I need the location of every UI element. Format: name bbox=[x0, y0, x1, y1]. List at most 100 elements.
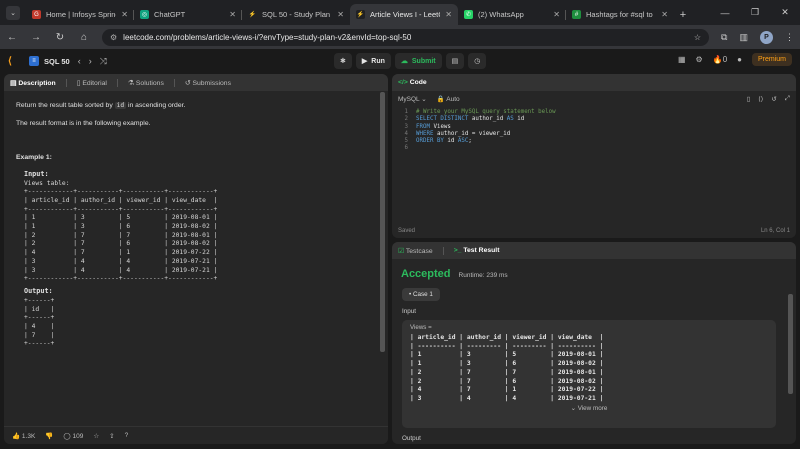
leetcode-logo-icon[interactable]: ⟨ bbox=[8, 56, 19, 67]
description-footer: 👍 1.3K 👎 ◯ 109 ☆ ⇪ ? bbox=[4, 426, 388, 444]
input-section-label: Input bbox=[402, 308, 417, 315]
code-panel: </> Code MySQL ⌄ 🔒 Auto ▯ ⟨⟩ ↺ ⤢ 1 # Writ… bbox=[392, 74, 796, 238]
forward-icon[interactable]: → bbox=[30, 32, 42, 43]
submit-button[interactable]: ☁ Submit bbox=[394, 53, 442, 69]
line-number: 2 bbox=[404, 116, 409, 123]
tab-submissions[interactable]: ↺ Submissions bbox=[185, 79, 231, 87]
layout-icon[interactable]: ▦ bbox=[678, 55, 686, 64]
line-number: 1 bbox=[404, 109, 409, 115]
url-field[interactable]: ⚙ leetcode.com/problems/article-views-i/… bbox=[102, 28, 710, 46]
fullscreen-icon[interactable]: ⤢ bbox=[785, 95, 790, 103]
shuffle-icon[interactable]: ⤨ bbox=[100, 56, 107, 67]
tab-solutions[interactable]: ⚗ Solutions bbox=[128, 79, 164, 87]
comments-button[interactable]: ◯ 109 bbox=[63, 432, 83, 440]
result-panel: ☑ Testcase >_ Test Result Accepted Runti… bbox=[392, 242, 796, 444]
leetcode-header: ⟨ ≡ SQL 50 ‹ › ⤨ ✱ ▶ Run ☁ Submit ▤ ◷ ▦ ⚙ … bbox=[0, 49, 800, 73]
close-window-icon[interactable]: ✕ bbox=[770, 0, 800, 25]
format-icon[interactable]: ⟨⟩ bbox=[758, 95, 763, 103]
tab-description[interactable]: ▤ Description bbox=[10, 79, 56, 87]
views-table-label: Views table: bbox=[24, 179, 70, 187]
output-label: Output: bbox=[24, 286, 53, 295]
tab-editorial[interactable]: ▯ Editorial bbox=[77, 79, 107, 87]
close-tab-icon[interactable]: ✕ bbox=[229, 10, 236, 19]
browser-tab[interactable]: ⚡ SQL 50 - Study Plan ✕ bbox=[242, 4, 350, 25]
bookmark-icon[interactable]: ▯ bbox=[747, 95, 751, 103]
timer-icon: ◷ bbox=[474, 58, 481, 65]
close-tab-icon[interactable]: ✕ bbox=[553, 10, 560, 19]
code-brackets-icon: </> bbox=[398, 79, 408, 86]
prev-problem-icon[interactable]: ‹ bbox=[78, 56, 81, 66]
close-tab-icon[interactable]: ✕ bbox=[661, 10, 668, 19]
close-tab-icon[interactable]: ✕ bbox=[445, 10, 452, 19]
output-table: +------+ | id | +------+ | 4 | | 7 | +--… bbox=[24, 296, 55, 348]
profile-avatar[interactable]: P bbox=[760, 30, 773, 44]
new-tab-button[interactable]: + bbox=[674, 4, 692, 25]
description-scrollbar[interactable] bbox=[380, 92, 385, 352]
tab-search-icon[interactable]: ⌄ bbox=[6, 6, 20, 20]
code-panel-header: </> Code bbox=[392, 74, 796, 91]
site-info-icon[interactable]: ⚙ bbox=[110, 33, 117, 42]
code-toolbar: MySQL ⌄ 🔒 Auto ▯ ⟨⟩ ↺ ⤢ bbox=[392, 91, 796, 106]
input-viewer: Views = | article_id | author_id | viewe… bbox=[402, 320, 776, 428]
extensions-icon[interactable]: ⧉ bbox=[721, 32, 727, 43]
browser-tab[interactable]: # Hashtags for #sql to ✕ bbox=[566, 4, 674, 25]
user-avatar-icon[interactable]: ● bbox=[737, 55, 742, 64]
premium-button[interactable]: Premium bbox=[751, 53, 792, 66]
debug-button[interactable]: ✱ bbox=[334, 53, 352, 69]
help-icon[interactable]: ? bbox=[125, 432, 129, 439]
output-section-label: Output bbox=[402, 435, 421, 442]
result-scrollbar[interactable] bbox=[788, 294, 793, 394]
favorite-star-icon[interactable]: ☆ bbox=[93, 432, 99, 440]
settings-icon[interactable]: ⚙ bbox=[696, 55, 703, 64]
browser-tab[interactable]: ◎ ChatGPT ✕ bbox=[134, 4, 242, 25]
tab-test-result[interactable]: >_ Test Result bbox=[454, 247, 500, 254]
study-plan-icon: ≡ bbox=[29, 56, 39, 66]
share-icon[interactable]: ⇪ bbox=[109, 432, 114, 440]
code-editor[interactable]: 1 # Write your MySQL query statement belo… bbox=[392, 106, 796, 153]
next-problem-icon[interactable]: › bbox=[89, 56, 92, 66]
case-1-tab[interactable]: • Case 1 bbox=[402, 288, 440, 301]
close-tab-icon[interactable]: ✕ bbox=[337, 10, 344, 19]
streak-counter[interactable]: 🔥0 bbox=[713, 55, 727, 64]
play-icon: ▶ bbox=[361, 58, 368, 65]
cursor-position: Ln 6, Col 1 bbox=[760, 228, 790, 234]
tab-testcase[interactable]: ☑ Testcase bbox=[398, 247, 433, 255]
line-number: 3 bbox=[404, 123, 409, 130]
checkbox-icon: ☑ bbox=[398, 247, 405, 255]
code-line: 4 WHERE author_id = viewer_id bbox=[392, 131, 796, 138]
view-more-button[interactable]: ⌄ View more bbox=[410, 405, 768, 412]
sidebar-icon[interactable]: ▥ bbox=[739, 32, 748, 43]
browser-tab[interactable]: ⚡Article Views I - LeetCode✕ bbox=[350, 4, 458, 25]
run-button[interactable]: ▶ Run bbox=[355, 53, 391, 69]
tab-favicon-icon: ◎ bbox=[140, 10, 149, 19]
maximize-icon[interactable]: ❐ bbox=[740, 0, 770, 25]
bug-icon: ✱ bbox=[340, 58, 346, 65]
menu-icon[interactable]: ⋮ bbox=[785, 32, 794, 43]
tab-favicon-icon: # bbox=[572, 10, 581, 19]
dislike-icon[interactable]: 👎 bbox=[45, 432, 53, 440]
bookmark-star-icon[interactable]: ☆ bbox=[694, 33, 701, 42]
minimize-icon[interactable]: — bbox=[710, 0, 740, 25]
input-label: Input: bbox=[24, 169, 49, 178]
reload-icon[interactable]: ↻ bbox=[54, 32, 66, 43]
browser-tab[interactable]: GHome | Infosys Springboard✕ bbox=[26, 4, 134, 25]
home-icon[interactable]: ⌂ bbox=[78, 32, 90, 43]
notes-button[interactable]: ▤ bbox=[445, 53, 465, 69]
like-button[interactable]: 👍 1.3K bbox=[12, 432, 35, 440]
autocomplete-toggle[interactable]: 🔒 Auto bbox=[437, 95, 460, 103]
close-tab-icon[interactable]: ✕ bbox=[121, 10, 128, 19]
line-number: 4 bbox=[404, 130, 409, 137]
cloud-upload-icon: ☁ bbox=[400, 58, 408, 65]
browser-tab[interactable]: ✆ (2) WhatsApp ✕ bbox=[458, 4, 566, 25]
back-icon[interactable]: ← bbox=[6, 32, 18, 43]
notes-icon: ▤ bbox=[451, 58, 459, 65]
example-block: Input: Views table: +------------+------… bbox=[24, 170, 374, 349]
reset-icon[interactable]: ↺ bbox=[771, 95, 776, 103]
code-line: 1 # Write your MySQL query statement belo… bbox=[392, 109, 796, 116]
result-tabs: ☑ Testcase >_ Test Result bbox=[392, 242, 796, 259]
study-plan-link[interactable]: ≡ SQL 50 bbox=[29, 56, 70, 66]
code-line: 3 FROM Views bbox=[392, 124, 796, 131]
language-select[interactable]: MySQL ⌄ bbox=[398, 95, 427, 103]
timer-button[interactable]: ◷ bbox=[468, 53, 487, 69]
code-tab[interactable]: </> Code bbox=[398, 79, 427, 86]
